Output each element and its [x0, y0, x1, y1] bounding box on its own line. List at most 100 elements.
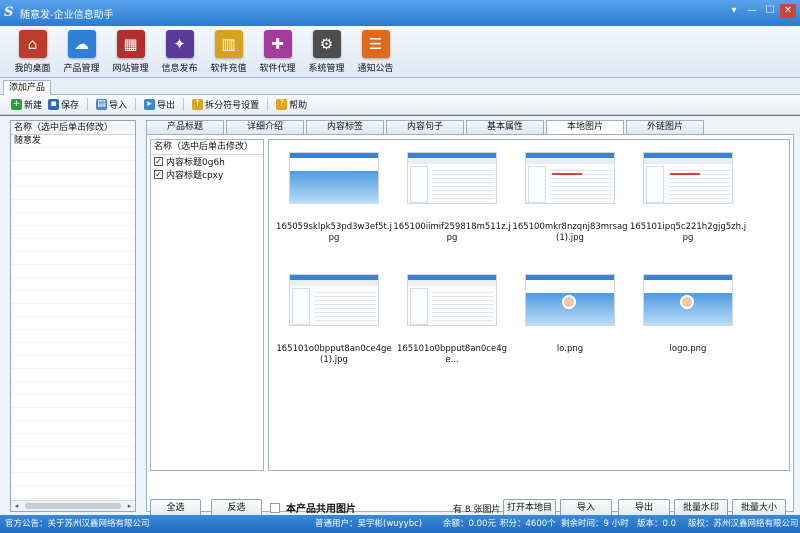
tab-5[interactable]: 基本属性	[466, 120, 544, 135]
maximize-button[interactable]: ☐	[762, 4, 778, 18]
title-checkbox[interactable]: ✓	[154, 157, 163, 166]
image-thumbnail[interactable]: 165059sklpk53pd3w3ef5t.jpg	[275, 146, 393, 264]
user-text: 普通用户：吴宇彬(wuyybc)	[315, 519, 423, 529]
app-logo: S	[4, 5, 14, 20]
ribbon-button-cloud[interactable]: ☁ 产品管理	[57, 26, 106, 78]
ribbon-label: 软件代理	[259, 64, 296, 74]
title-list-item[interactable]: ✓ 内容标题0g6h	[151, 155, 263, 168]
title-label: 内容标题cpxy	[166, 171, 224, 181]
house-icon: ⌂	[18, 30, 47, 58]
toolbar-help-button[interactable]: ? 帮助	[273, 97, 310, 113]
balance-text: 余额：0.00元	[443, 519, 496, 529]
toolbar-import-button[interactable]: ▤ 导入	[93, 97, 130, 113]
tab-3[interactable]: 内容标签	[306, 120, 384, 135]
notice-text[interactable]: 官方公告：关于苏州汉鑫网络有限公司	[5, 515, 150, 533]
image-thumbnail[interactable]: 165101o0bpput8an0ce4ge(1).jpg	[275, 268, 393, 386]
empty-list-row	[11, 265, 135, 278]
thumbnail-preview[interactable]	[289, 274, 379, 326]
thumbnail-preview[interactable]	[643, 152, 733, 204]
image-filename: 165100iimif259818m511z.jpg	[393, 222, 511, 243]
empty-list-row	[11, 161, 135, 174]
thumbnail-preview[interactable]	[525, 152, 615, 204]
thumbnail-preview[interactable]	[525, 274, 615, 326]
preview-panel	[646, 166, 664, 203]
image-thumbnail[interactable]: 165100mkr8nzqnj83mrsag(1).jpg	[511, 146, 629, 264]
toolbar-save-button[interactable]: ▪ 保存	[45, 97, 82, 113]
tab-4[interactable]: 内容句子	[386, 120, 464, 135]
import-icon: ▤	[96, 99, 108, 110]
preview-titlebar	[644, 275, 732, 280]
toolbar-add-button[interactable]: + 新建	[8, 97, 45, 113]
toolbar-label: 导入	[109, 101, 128, 111]
image-thumbnail[interactable]: 165101o0bpput8an0ce4ge...	[393, 268, 511, 386]
toolbar-label: 帮助	[289, 101, 308, 111]
scroll-left-icon[interactable]: ◂	[11, 501, 22, 511]
toolbar-export-button[interactable]: ▸ 导出	[141, 97, 178, 113]
close-button[interactable]: ✕	[780, 4, 796, 18]
ribbon-button-magic-wand[interactable]: ✦ 信息发布	[155, 26, 204, 78]
ribbon-button-notebook[interactable]: ☰ 通知公告	[351, 26, 400, 78]
gear-icon: ⚙	[312, 30, 341, 58]
share-images-option[interactable]: 本产品共用图片	[270, 500, 356, 515]
empty-list-row	[11, 434, 135, 447]
tab-add-product[interactable]: 添加产品	[3, 80, 52, 95]
thumbnail-preview[interactable]	[289, 152, 379, 204]
preview-highlight	[670, 173, 700, 175]
empty-list-row	[11, 252, 135, 265]
list-item[interactable]: 随意发	[11, 135, 135, 148]
scroll-right-icon[interactable]: ▸	[124, 501, 135, 511]
coins-icon: ▥	[214, 30, 243, 58]
toolbar-split-button[interactable]: ↑ 拆分符号设置	[189, 97, 262, 113]
image-filename: logo.png	[669, 344, 707, 354]
window-title: 随意发-企业信息助手	[20, 9, 114, 21]
title-checkbox[interactable]: ✓	[154, 170, 163, 179]
toolbar-separator	[87, 98, 89, 111]
empty-list-row	[11, 304, 135, 317]
ribbon-button-house[interactable]: ⌂ 我的桌面	[8, 26, 57, 78]
share-images-checkbox[interactable]	[270, 502, 280, 513]
tab-7[interactable]: 外链图片	[626, 120, 704, 135]
title-list-item[interactable]: ✓ 内容标题cpxy	[151, 168, 263, 181]
thumbnail-preview[interactable]	[407, 152, 497, 204]
image-thumbnail[interactable]: logo.png	[629, 268, 747, 386]
ribbon-button-building[interactable]: ▦ 网站管理	[106, 26, 155, 78]
preview-toolbar	[290, 280, 378, 286]
ribbon-label: 系统管理	[308, 64, 345, 74]
ribbon-button-gift[interactable]: ✚ 软件代理	[253, 26, 302, 78]
ribbon-label: 软件充值	[210, 64, 247, 74]
empty-list-row	[11, 278, 135, 291]
preview-panel	[528, 166, 546, 203]
toolbar-label: 保存	[61, 101, 80, 111]
points-text: 积分：4600个	[500, 519, 556, 529]
empty-list-row	[11, 200, 135, 213]
thumbnail-preview[interactable]	[407, 274, 497, 326]
toolbar-separator	[135, 98, 137, 111]
empty-list-row	[11, 174, 135, 187]
scroll-thumb[interactable]	[25, 503, 121, 509]
toolbar-label: 拆分符号设置	[205, 101, 260, 111]
preview-toolbar	[644, 158, 732, 164]
empty-list-row	[11, 369, 135, 382]
help-icon: ?	[276, 99, 288, 110]
title-label: 内容标题0g6h	[166, 158, 225, 168]
tab-2[interactable]: 详细介绍	[226, 120, 304, 135]
image-thumbnail[interactable]: 165100iimif259818m511z.jpg	[393, 146, 511, 264]
image-filename: lo.png	[556, 344, 584, 354]
main-ribbon: ⌂ 我的桌面 ☁ 产品管理 ▦ 网站管理 ✦ 信息发布 ▥ 软件充值 ✚ 软件代理 ⚙ 系统管理 ☰ 通知公告	[0, 26, 800, 78]
minimize-button[interactable]: —	[744, 4, 760, 18]
image-thumbnail[interactable]: 165101ipq5c221h2gjg5zh.jpg	[629, 146, 747, 264]
empty-list-row	[11, 421, 135, 434]
ribbon-button-coins[interactable]: ▥ 软件充值	[204, 26, 253, 78]
thumbnail-preview[interactable]	[643, 274, 733, 326]
empty-list-row	[11, 486, 135, 499]
menu-dropdown-button[interactable]: ▾	[726, 4, 742, 18]
ribbon-label: 我的桌面	[14, 64, 51, 74]
image-count: 有 8 张图片	[453, 505, 501, 515]
gift-icon: ✚	[263, 30, 292, 58]
horizontal-scrollbar[interactable]: ◂ ▸	[11, 500, 135, 511]
ribbon-button-gear[interactable]: ⚙ 系统管理	[302, 26, 351, 78]
copyright-text: 版权：苏州汉鑫网络有限公司	[688, 519, 799, 529]
window-controls: ▾ — ☐ ✕	[726, 4, 796, 18]
tab-1[interactable]: 产品标题	[146, 120, 224, 135]
image-thumbnail[interactable]: lo.png	[511, 268, 629, 386]
